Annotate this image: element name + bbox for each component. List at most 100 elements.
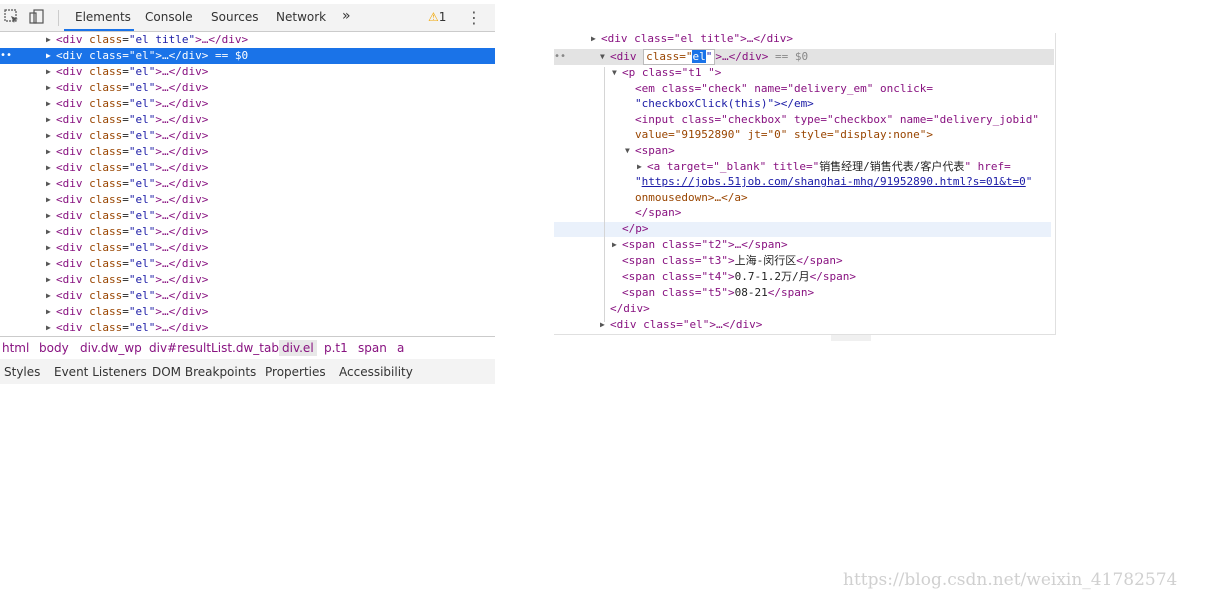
- tab-console[interactable]: Console: [145, 10, 193, 24]
- warnings-badge[interactable]: ⚠1: [428, 10, 446, 24]
- devtools-panel: Elements Console Sources Network » ⚠1 ⋮ …: [0, 0, 495, 384]
- tab-network[interactable]: Network: [276, 10, 326, 24]
- tree-node-t2[interactable]: ▶ <span class="t2">…</span>: [612, 237, 788, 253]
- scroll-thumb[interactable]: [831, 335, 871, 341]
- href-link[interactable]: https://jobs.51job.com/shanghai-mhq/9195…: [642, 175, 1026, 188]
- collapse-arrow-icon[interactable]: ▼: [600, 49, 605, 65]
- node-text: value="91952890" jt="0" style="display:n…: [635, 128, 934, 141]
- node-text: onmousedown>…</a>: [635, 191, 748, 204]
- tree-node-span-close[interactable]: </span>: [635, 205, 681, 221]
- expand-arrow-icon[interactable]: ▶: [46, 304, 51, 320]
- tree-node[interactable]: ▶ <div class="el">…</div>: [0, 176, 495, 192]
- tree-node-selected[interactable]: •• ▶ <div class="el">…</div> == $0: [0, 48, 495, 64]
- breadcrumb-item[interactable]: span: [358, 341, 387, 355]
- node-text: " href=: [964, 160, 1011, 173]
- tree-node-span[interactable]: ▼ <span>: [625, 143, 675, 159]
- expand-arrow-icon[interactable]: ▶: [46, 128, 51, 144]
- tree-node[interactable]: ▶ <div class="el">…</div>: [0, 224, 495, 240]
- expand-arrow-icon[interactable]: ▶: [612, 237, 617, 253]
- tree-node-em-cont[interactable]: "checkboxClick(this)"></em>: [635, 96, 814, 112]
- tree-node[interactable]: ▶ <div class="el">…</div>: [0, 144, 495, 160]
- node-text: </span>: [809, 270, 856, 283]
- tree-node-t4[interactable]: <span class="t4">0.7-1.2万/月</span>: [622, 269, 856, 285]
- tree-node-p-close[interactable]: </p>: [622, 221, 649, 237]
- tree-node[interactable]: ▶ <div class="el">…</div>: [0, 160, 495, 176]
- node-text: <div class="el">…</div> == $0: [56, 49, 249, 62]
- expand-arrow-icon[interactable]: ▶: [46, 272, 51, 288]
- tree-node-a[interactable]: ▶ <a target="_blank" title="销售经理/销售代表/客户…: [637, 159, 1011, 175]
- breadcrumb-item[interactable]: div#resultList.dw_table: [149, 341, 290, 355]
- breadcrumb-item[interactable]: a: [397, 341, 404, 355]
- expand-arrow-icon[interactable]: ▶: [46, 112, 51, 128]
- tree-node[interactable]: ▶ <div class="el">…</div>: [0, 256, 495, 272]
- tab-styles[interactable]: Styles: [4, 365, 40, 379]
- tree-node-input-cont[interactable]: value="91952890" jt="0" style="display:n…: [635, 127, 933, 143]
- node-text: <div class="el">…</div>: [56, 289, 209, 302]
- tree-node[interactable]: ▶ <div class="el">…</div>: [0, 112, 495, 128]
- device-toolbar-icon[interactable]: [29, 9, 45, 25]
- tree-node[interactable]: ▶ <div class="el">…</div>: [0, 128, 495, 144]
- expand-arrow-icon[interactable]: ▶: [637, 159, 642, 175]
- breadcrumb-item[interactable]: div.el: [279, 340, 317, 356]
- expand-arrow-icon[interactable]: ▶: [46, 176, 51, 192]
- tree-node-partial[interactable]: ▶ <div class="el title">…</div>: [591, 33, 793, 47]
- expand-arrow-icon[interactable]: ▶: [46, 208, 51, 224]
- tree-node[interactable]: ▶ <div class="el">…</div>: [0, 272, 495, 288]
- tree-node-next-div[interactable]: ▶ <div class="el">…</div>: [600, 317, 762, 333]
- collapse-arrow-icon[interactable]: ▼: [625, 143, 630, 159]
- expand-arrow-icon[interactable]: ▶: [46, 33, 51, 48]
- node-text: <span>: [635, 144, 675, 157]
- expand-arrow-icon[interactable]: ▶: [46, 96, 51, 112]
- kebab-menu-icon[interactable]: ⋮: [466, 8, 482, 27]
- tree-node[interactable]: ▶ <div class="el">…</div>: [0, 208, 495, 224]
- tab-event-listeners[interactable]: Event Listeners: [54, 365, 147, 379]
- inspect-element-icon[interactable]: [4, 9, 20, 25]
- tree-node[interactable]: ▶ <div class="el">…</div>: [0, 192, 495, 208]
- tree-node-a-href[interactable]: "https://jobs.51job.com/shanghai-mhq/919…: [635, 174, 1032, 190]
- tree-node-input[interactable]: <input class="checkbox" type="checkbox" …: [635, 112, 1039, 128]
- expand-arrow-icon[interactable]: ▶: [46, 192, 51, 208]
- expand-arrow-icon[interactable]: ▶: [46, 64, 51, 80]
- attribute-edit-box[interactable]: class="el": [643, 49, 716, 65]
- collapse-arrow-icon[interactable]: ▼: [612, 65, 617, 81]
- tree-node-t5[interactable]: <span class="t5">08-21</span>: [622, 285, 814, 301]
- tab-dom-breakpoints[interactable]: DOM Breakpoints: [152, 365, 256, 379]
- expand-arrow-icon[interactable]: ▶: [46, 240, 51, 256]
- expand-arrow-icon[interactable]: ▶: [600, 317, 605, 333]
- breadcrumb-item[interactable]: p.t1: [324, 341, 348, 355]
- tree-node[interactable]: ▶ <div class="el">…</div>: [0, 96, 495, 112]
- tree-node[interactable]: ▶ <div class="el">…</div>: [0, 240, 495, 256]
- tree-node-div-close[interactable]: </div>: [610, 301, 650, 317]
- expand-arrow-icon[interactable]: ▶: [46, 144, 51, 160]
- breadcrumb-item[interactable]: body: [39, 341, 69, 355]
- tree-node[interactable]: ▶ <div class="el">…</div>: [0, 304, 495, 320]
- tree-node-a-cont[interactable]: onmousedown>…</a>: [635, 190, 748, 206]
- expand-arrow-icon[interactable]: ▶: [46, 288, 51, 304]
- expand-arrow-icon[interactable]: ▶: [46, 48, 51, 64]
- tree-node-em[interactable]: <em class="check" name="delivery_em" onc…: [635, 81, 933, 97]
- watermark: https://blog.csdn.net/weixin_41782574: [843, 570, 1178, 590]
- tree-node[interactable]: ▶ <div class="el">…</div>: [0, 288, 495, 304]
- expand-arrow-icon[interactable]: ▶: [46, 320, 51, 335]
- tree-node-t3[interactable]: <span class="t3">上海-闵行区</span>: [622, 253, 843, 269]
- tree-node[interactable]: ▶ <div class="el title">…</div>: [0, 33, 495, 48]
- expand-arrow-icon[interactable]: ▶: [46, 80, 51, 96]
- expand-arrow-icon[interactable]: ▶: [46, 256, 51, 272]
- tree-node[interactable]: ▶ <div class="el">…</div>: [0, 64, 495, 80]
- tab-accessibility[interactable]: Accessibility: [339, 365, 413, 379]
- tab-properties[interactable]: Properties: [265, 365, 326, 379]
- node-text: </p>: [622, 222, 649, 235]
- tab-elements[interactable]: Elements: [75, 10, 131, 24]
- attr-value-selected[interactable]: el: [692, 50, 706, 63]
- expand-arrow-icon[interactable]: ▶: [46, 160, 51, 176]
- expand-arrow-icon[interactable]: ▶: [46, 224, 51, 240]
- more-tabs-button[interactable]: »: [342, 8, 351, 24]
- tree-node[interactable]: ▶ <div class="el">…</div>: [0, 80, 495, 96]
- breadcrumb-item[interactable]: div.dw_wp: [80, 341, 142, 355]
- warning-count: 1: [438, 10, 447, 24]
- tab-sources[interactable]: Sources: [211, 10, 258, 24]
- breadcrumb-item[interactable]: html: [2, 341, 29, 355]
- tree-node-p[interactable]: ▼ <p class="t1 ">: [612, 65, 721, 81]
- more-dots-icon: ••: [554, 51, 567, 62]
- tree-node[interactable]: ▶ <div class="el">…</div>: [0, 320, 495, 335]
